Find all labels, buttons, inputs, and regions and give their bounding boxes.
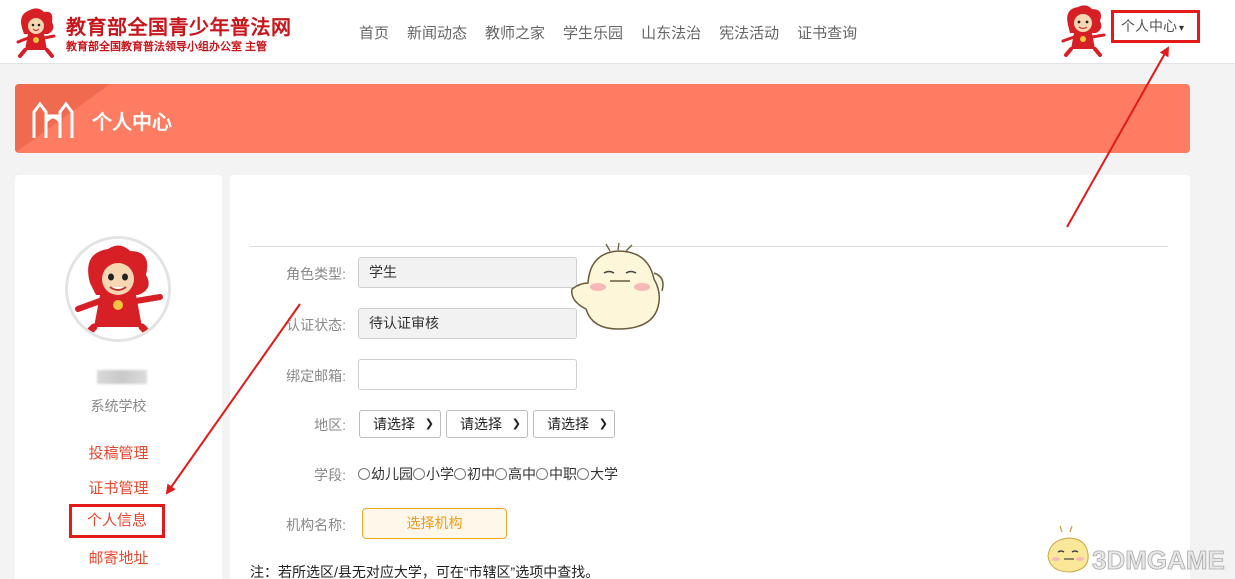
- region-label: 地区:: [314, 417, 346, 433]
- mascot-avatar-icon: [68, 239, 168, 339]
- stage-option-label: 高中: [508, 466, 536, 482]
- radio-circle-icon: [358, 468, 370, 480]
- city-select-value: 请选择: [460, 416, 502, 432]
- user-center-menu[interactable]: 个人中心 ▾: [1111, 10, 1200, 43]
- page-banner: 个人中心: [15, 84, 1190, 153]
- 3dmgame-watermark-logo: 3DMGAME: [1047, 526, 1225, 575]
- province-select[interactable]: 请选择 ❯: [359, 410, 441, 438]
- stage-option-label: 大学: [590, 466, 618, 482]
- stage-radio-group: 幼儿园 小学 初中 高中 中职 大学: [358, 464, 618, 484]
- site-subtitle: 教育部全国教育普法领导小组办公室 主管: [66, 41, 268, 53]
- role-label: 角色类型:: [286, 266, 346, 282]
- stage-option-label: 初中: [467, 466, 495, 482]
- select-org-button[interactable]: 选择机构: [362, 508, 507, 539]
- stage-radio-kindergarten[interactable]: 幼儿园: [358, 464, 413, 484]
- site-header: 教育部全国青少年普法网 教育部全国教育普法领导小组办公室 主管 首页 新闻动态 …: [0, 0, 1235, 64]
- cert-status-label: 认证状态:: [286, 317, 346, 333]
- stage-radio-vocational[interactable]: 中职: [536, 464, 577, 484]
- nav-shandong[interactable]: 山东法治: [641, 22, 701, 43]
- region-note: 注：若所选区/县无对应大学，可在“市辖区”选项中查找。: [250, 564, 600, 579]
- chevron-down-icon: ❯: [424, 418, 434, 430]
- radio-circle-icon: [495, 468, 507, 480]
- nav-news[interactable]: 新闻动态: [407, 22, 467, 43]
- chevron-down-icon: ❯: [598, 418, 608, 430]
- building-gate-icon: [32, 101, 74, 138]
- province-select-value: 请选择: [373, 416, 415, 432]
- main-nav: 首页 新闻动态 教师之家 学生乐园 山东法治 宪法活动 证书查询: [350, 0, 866, 64]
- school-name: 系统学校: [90, 398, 147, 414]
- caret-down-icon: ▾: [1179, 23, 1185, 34]
- stage-radio-primary[interactable]: 小学: [413, 464, 454, 484]
- site-title[interactable]: 教育部全国青少年普法网: [66, 11, 292, 40]
- user-avatar-mascot-icon[interactable]: [1058, 3, 1108, 57]
- page-title: 个人中心: [92, 112, 172, 134]
- nav-home[interactable]: 首页: [359, 22, 389, 43]
- sidebar: 系统学校 投稿管理 证书管理 个人信息 邮寄地址: [15, 175, 222, 579]
- avatar[interactable]: [65, 236, 171, 342]
- stage-label: 学段:: [314, 467, 346, 483]
- radio-circle-icon: [454, 468, 466, 480]
- divider: [250, 246, 1168, 247]
- user-center-label: 个人中心: [1121, 18, 1177, 34]
- stage-option-label: 小学: [426, 466, 454, 482]
- district-select-value: 请选择: [547, 416, 589, 432]
- email-label: 绑定邮箱:: [286, 368, 346, 384]
- stage-option-label: 中职: [549, 466, 577, 482]
- radio-circle-icon: [577, 468, 589, 480]
- chick-sticker-icon: [571, 243, 664, 330]
- radio-circle-icon: [413, 468, 425, 480]
- nav-certificate-query[interactable]: 证书查询: [797, 22, 857, 43]
- cert-status-field: 待认证审核: [358, 308, 577, 339]
- sidebar-item-certificates[interactable]: 证书管理: [15, 477, 222, 498]
- blurred-user-name: [97, 370, 147, 384]
- watermark-text: 3DMGAME: [1092, 545, 1225, 575]
- stage-radio-university[interactable]: 大学: [577, 464, 618, 484]
- main-panel: 角色类型: 学生 认证状态: 待认证审核 绑定邮箱: 地区: 请选择 ❯ 请选择 ❯…: [230, 175, 1190, 579]
- nav-constitution[interactable]: 宪法活动: [719, 22, 779, 43]
- nav-teachers[interactable]: 教师之家: [485, 22, 545, 43]
- city-select[interactable]: 请选择 ❯: [446, 410, 528, 438]
- stage-radio-junior[interactable]: 初中: [454, 464, 495, 484]
- sidebar-item-personal-info[interactable]: 个人信息: [69, 504, 165, 538]
- stage-radio-senior[interactable]: 高中: [495, 464, 536, 484]
- org-label: 机构名称:: [286, 517, 346, 533]
- sidebar-item-submissions[interactable]: 投稿管理: [15, 442, 222, 463]
- chevron-down-icon: ❯: [511, 418, 521, 430]
- mascot-logo-icon[interactable]: [14, 6, 58, 58]
- email-input[interactable]: [358, 359, 577, 390]
- nav-students[interactable]: 学生乐园: [563, 22, 623, 43]
- sidebar-item-mailing-address[interactable]: 邮寄地址: [15, 547, 222, 568]
- district-select[interactable]: 请选择 ❯: [533, 410, 615, 438]
- radio-circle-icon: [536, 468, 548, 480]
- role-field: 学生: [358, 257, 577, 288]
- stage-option-label: 幼儿园: [371, 466, 413, 482]
